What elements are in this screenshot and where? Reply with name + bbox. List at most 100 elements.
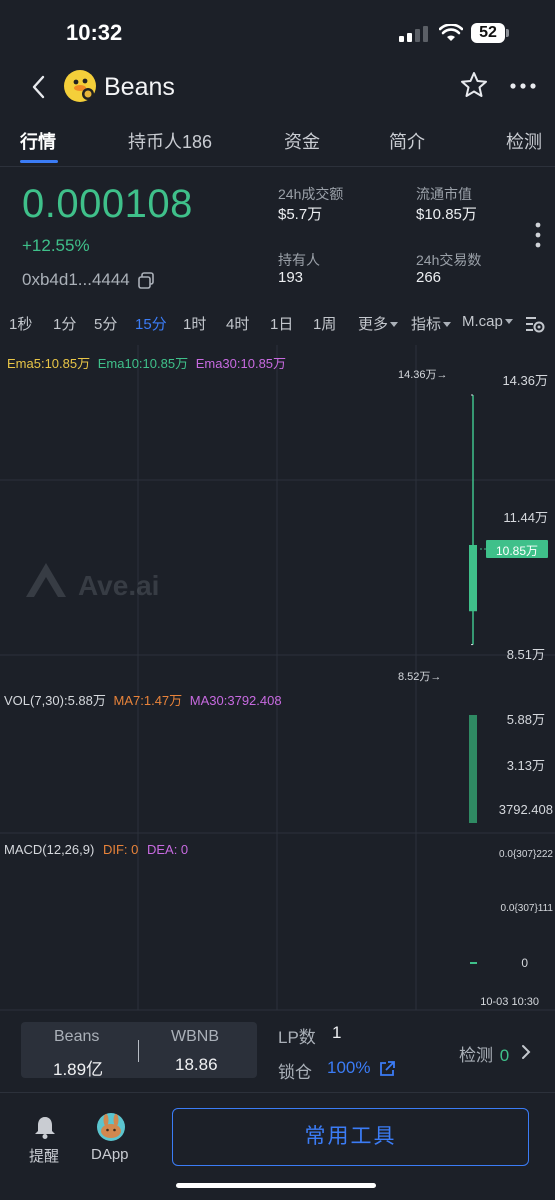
check-value: 0 [499, 1046, 510, 1065]
y-tick-macd-mid: 0.0{307}111 [500, 903, 553, 914]
high-marker-label: 14.36万→ [398, 369, 448, 381]
status-time: 10:32 [66, 20, 123, 45]
footer-divider [0, 1092, 555, 1093]
cellular-signal-icon [399, 26, 428, 42]
mcap-label: M.cap [462, 313, 503, 330]
wifi-icon [439, 24, 463, 41]
ema-legend: Ema5:10.85万 Ema10:10.85万 Ema30:10.85万 [7, 353, 286, 372]
macd-legend: MACD(12,26,9) DIF: 0 DEA: 0 [4, 842, 188, 857]
base-amount: 1.89亿 [53, 1060, 104, 1079]
tab-holders[interactable]: 持币人186 [128, 128, 212, 154]
alert-label[interactable]: 提醒 [29, 1145, 59, 1166]
chart-svg: Ave.ai [0, 345, 555, 1011]
base-symbol: Beans [54, 1028, 100, 1045]
vertical-more-icon[interactable] [534, 222, 542, 248]
ma30-legend: MA30:3792.408 [189, 693, 282, 708]
ema10-legend: Ema10:10.85万 [97, 356, 189, 371]
copy-icon[interactable] [138, 272, 154, 289]
more-intervals-label: 更多 [358, 316, 389, 333]
y-tick-vol-high: 5.88万 [506, 712, 545, 727]
more-options-icon[interactable] [508, 76, 538, 96]
y-tick-vol-mid: 3.13万 [506, 758, 545, 773]
status-bar: 10:32 52 [0, 0, 555, 62]
lock-label: 锁仓 [278, 1063, 312, 1082]
check-entry[interactable]: 检测 0 [459, 1041, 509, 1066]
interval-4h[interactable]: 4时 [226, 313, 249, 334]
low-marker-label: 8.52万→ [398, 671, 442, 683]
chart-grid [0, 345, 555, 1011]
ave-ai-logo: Ave.ai [26, 563, 159, 601]
interval-1m[interactable]: 1分 [53, 313, 76, 334]
indicators-label: 指标 [411, 316, 442, 333]
volume-bar [469, 715, 477, 823]
interval-15m[interactable]: 15分 [135, 313, 167, 334]
external-link-icon[interactable] [378, 1060, 396, 1078]
token-price: 0.000108 [22, 182, 193, 226]
interval-1s[interactable]: 1秒 [9, 313, 32, 334]
favorite-star-icon[interactable] [459, 70, 489, 100]
candle-body [469, 545, 477, 612]
tab-bar: 行情 持币人186 资金 简介 检测 [0, 116, 555, 167]
common-tools-button[interactable]: 常用工具 [172, 1108, 529, 1166]
caret-down-icon [443, 322, 452, 327]
bell-icon[interactable] [32, 1114, 58, 1140]
battery-level: 52 [471, 23, 505, 43]
duck-face-icon [73, 78, 94, 100]
tab-check[interactable]: 检测 [506, 128, 542, 154]
current-price-label: 10.85万 [495, 544, 539, 558]
interval-1h[interactable]: 1时 [183, 313, 206, 334]
y-tick-macd-high: 0.0{307}222 [499, 849, 553, 860]
interval-1w[interactable]: 1周 [313, 313, 336, 334]
chart-area[interactable]: Ave.ai Ema5:10.85万 Ema10:10.85万 Ema30:10… [0, 345, 555, 1015]
quote-symbol: WBNB [171, 1028, 219, 1045]
y-tick-price-mid: 11.44万 [503, 510, 548, 525]
lock-value[interactable]: 100% [327, 1058, 370, 1078]
ema30-legend: Ema30:10.85万 [195, 356, 287, 371]
watermark-text: Ave.ai [78, 570, 159, 601]
interval-bar: 1秒 1分 5分 15分 1时 4时 1日 1周 更多 指标 M.cap [0, 313, 555, 337]
active-tab-indicator [20, 160, 58, 163]
dapp-label[interactable]: DApp [91, 1146, 129, 1163]
more-intervals-dropdown[interactable]: 更多 [358, 313, 399, 334]
volume-legend: VOL(7,30):5.88万 MA7:1.47万 MA30:3792.408 [4, 690, 282, 709]
x-axis-label: 10-03 10:30 [480, 996, 539, 1008]
stat-value-market-cap: $10.85万 [416, 206, 477, 223]
y-tick-price-high: 14.36万 [502, 373, 548, 388]
interval-5m[interactable]: 5分 [94, 313, 117, 334]
indicators-dropdown[interactable]: 指标 [411, 313, 452, 334]
y-tick-macd-zero: 0 [521, 956, 528, 970]
check-label: 检测 [459, 1046, 493, 1065]
candlestick-series [469, 394, 477, 646]
tab-funds[interactable]: 资金 [284, 128, 320, 154]
tab-market[interactable]: 行情 [20, 128, 56, 154]
lp-label: LP数 [278, 1028, 316, 1047]
quote-amount: 18.86 [175, 1055, 218, 1074]
tab-intro[interactable]: 简介 [389, 128, 425, 154]
vol-legend: VOL(7,30):5.88万 [4, 693, 106, 708]
chart-settings-icon[interactable] [524, 313, 546, 335]
stat-label-24h-tx: 24h交易数 [416, 252, 482, 268]
stat-value-24h-volume: $5.7万 [278, 206, 323, 223]
stat-label-market-cap: 流通市值 [416, 186, 472, 202]
pancakeswap-bunny-icon[interactable] [96, 1112, 126, 1142]
stat-value-holders: 193 [278, 269, 304, 286]
contract-address[interactable]: 0xb4d1...4444 [22, 270, 130, 290]
dea-legend: DEA: 0 [146, 842, 189, 857]
y-tick-price-low: 8.51万 [506, 647, 545, 662]
mcap-toggle-dropdown[interactable]: M.cap [462, 313, 513, 330]
back-arrow-icon[interactable] [28, 72, 50, 102]
interval-1d[interactable]: 1日 [270, 313, 293, 334]
macd-params-legend: MACD(12,26,9) [4, 842, 95, 857]
lp-value: 1 [332, 1023, 342, 1042]
caret-down-icon [390, 322, 399, 327]
ema5-legend: Ema5:10.85万 [7, 356, 91, 371]
chevron-right-icon[interactable] [519, 1043, 533, 1061]
price-change: +12.55% [22, 236, 90, 255]
ma7-legend: MA7:1.47万 [113, 693, 183, 708]
dif-legend: DIF: 0 [102, 842, 139, 857]
y-tick-vol-low: 3792.408 [498, 802, 553, 817]
pair-divider [138, 1040, 139, 1062]
stat-label-holders: 持有人 [278, 252, 320, 268]
volume-series [469, 715, 477, 823]
home-indicator [176, 1183, 376, 1188]
